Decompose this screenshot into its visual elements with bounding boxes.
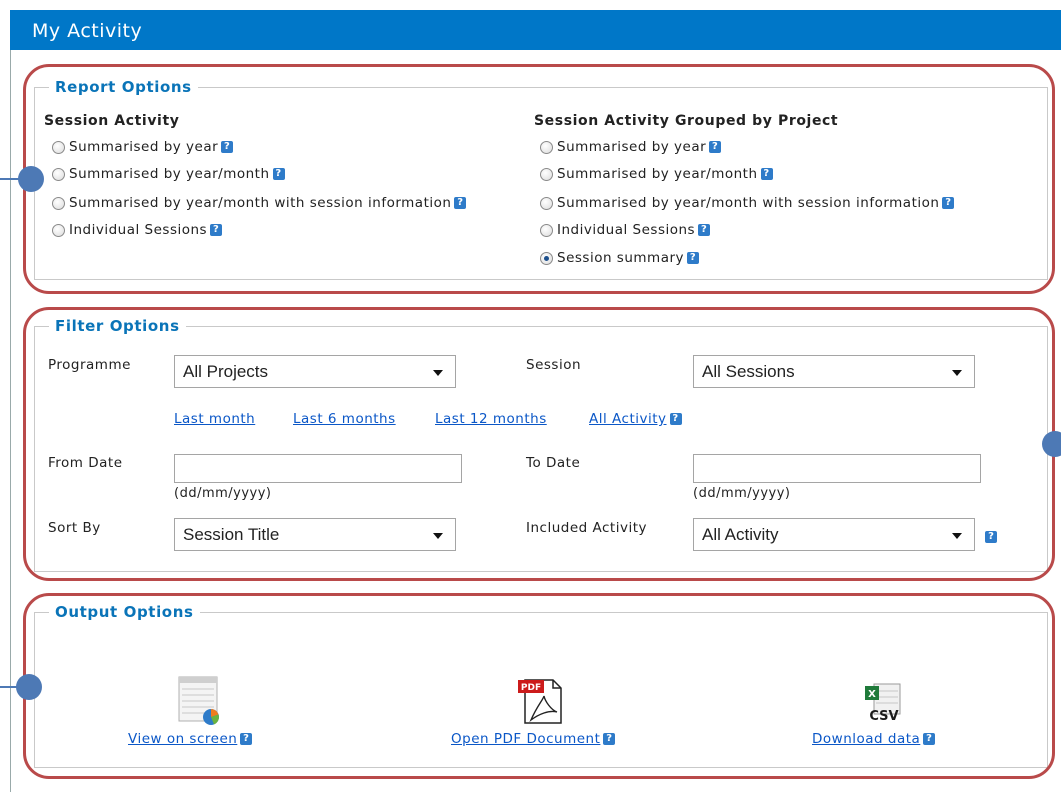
callout-marker [16,674,42,700]
highlight-report-options [23,64,1055,294]
callout-marker [1042,431,1061,457]
highlight-output-options [23,593,1055,779]
callout-marker [18,166,44,192]
highlight-filter-options [23,307,1055,581]
page-title: My Activity [10,10,1061,50]
